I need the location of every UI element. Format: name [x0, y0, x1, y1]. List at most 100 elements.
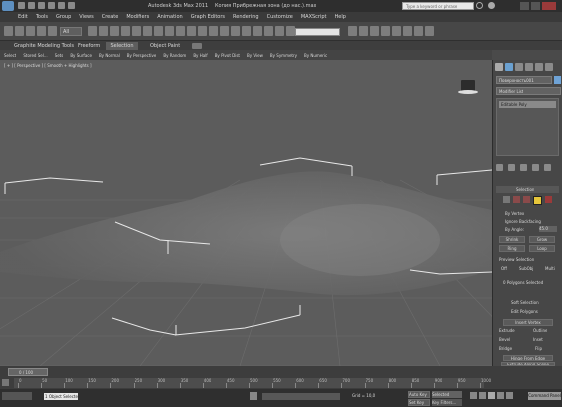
modify-tab-icon[interactable] [505, 63, 513, 71]
select-and-manipulate-icon[interactable] [187, 26, 196, 36]
object-name-field[interactable]: Поверхность001 [496, 76, 552, 84]
render-setup-icon[interactable] [392, 26, 401, 36]
by-angle-field[interactable]: 45.0 [539, 226, 557, 232]
ribbon-item-9[interactable]: By View [247, 52, 263, 59]
ribbon-item-3[interactable]: By Surface [70, 52, 92, 59]
maxscript-listener-icon[interactable] [2, 392, 32, 400]
app-logo-icon[interactable] [2, 1, 14, 11]
ribbon-item-7[interactable]: By Half [193, 52, 207, 59]
hinge-from-edge-button[interactable]: Hinge From Edge [503, 355, 553, 361]
ribbon-item-0[interactable]: Select [4, 52, 16, 59]
show-end-result-icon[interactable] [508, 164, 515, 171]
create-tab-icon[interactable] [495, 63, 503, 71]
search-input[interactable]: Type a keyword or phrase [406, 3, 457, 10]
go-to-end-icon[interactable] [506, 392, 513, 399]
ribbon-item-10[interactable]: By Symmetry [270, 52, 297, 59]
ribbon-item-4[interactable]: By Normal [99, 52, 120, 59]
previous-frame-icon[interactable] [479, 392, 486, 399]
render-iterative-icon[interactable] [425, 26, 434, 36]
preview-off-radio[interactable]: Off [501, 266, 507, 271]
viewport-label[interactable]: [ + ] [ Perspective ] [ Smooth + Highlig… [4, 63, 92, 68]
soft-selection-rollout[interactable]: Soft Selection [511, 300, 539, 305]
flip-button[interactable]: Flip [535, 346, 542, 351]
make-unique-icon[interactable] [520, 164, 527, 171]
selection-rollout-header[interactable]: Selection [496, 186, 559, 193]
coordinate-fields[interactable] [262, 393, 340, 400]
align-icon[interactable] [275, 26, 284, 36]
window-crossing-icon[interactable] [121, 26, 130, 36]
outline-button[interactable]: Outline [533, 328, 547, 333]
edit-named-selection-icon[interactable] [253, 26, 262, 36]
edit-polygons-rollout[interactable]: Edit Polygons [511, 309, 538, 314]
project-folder-icon[interactable] [68, 2, 75, 9]
close-button[interactable] [542, 2, 556, 10]
select-by-name-icon[interactable] [99, 26, 108, 36]
grow-button[interactable]: Grow [529, 236, 555, 243]
object-color-swatch[interactable] [554, 76, 561, 84]
pivot-center-icon[interactable] [176, 26, 185, 36]
save-file-icon[interactable] [38, 2, 45, 9]
by-vertex-checkbox[interactable]: By Vertex [505, 211, 524, 216]
ribbon-item-2[interactable]: Sets [55, 52, 64, 59]
extrude-button[interactable]: Extrude [499, 328, 515, 333]
named-selection-dropdown[interactable] [295, 28, 340, 36]
stack-item-editable-poly[interactable]: Editable Poly [499, 101, 556, 108]
key-filters-button[interactable]: Key Filters... [432, 399, 462, 406]
inset-button[interactable]: Inset [533, 337, 543, 342]
ribbon-item-5[interactable]: By Perspective [127, 52, 157, 59]
menu-item-customize[interactable]: Customize [267, 14, 293, 21]
render-production-icon[interactable] [414, 26, 423, 36]
menu-item-create[interactable]: Create [102, 14, 119, 21]
selection-filter-dropdown[interactable]: All [60, 27, 82, 36]
tab-object-paint[interactable]: Object Paint [150, 42, 180, 50]
menu-item-edit[interactable]: Edit [18, 14, 28, 21]
curve-editor-icon[interactable] [359, 26, 368, 36]
bevel-button[interactable]: Bevel [499, 337, 510, 342]
configure-modifier-sets-icon[interactable] [544, 164, 551, 171]
material-editor-icon[interactable] [381, 26, 390, 36]
keyboard-shortcut-override-icon[interactable] [198, 26, 207, 36]
new-file-icon[interactable] [18, 2, 25, 9]
ribbon-options-icon[interactable] [192, 43, 202, 49]
motion-tab-icon[interactable] [525, 63, 533, 71]
select-and-scale-icon[interactable] [154, 26, 163, 36]
menu-item-maxscript[interactable]: MAXScript [301, 14, 327, 21]
menu-item-modifiers[interactable]: Modifiers [126, 14, 149, 21]
graphite-toggle-icon[interactable] [348, 26, 357, 36]
link-icon[interactable] [26, 26, 35, 36]
insert-vertex-button[interactable]: Insert Vertex [503, 319, 553, 326]
utilities-tab-icon[interactable] [545, 63, 553, 71]
go-to-start-icon[interactable] [470, 392, 477, 399]
ribbon-item-11[interactable]: By Numeric [304, 52, 327, 59]
preview-subobj-radio[interactable]: SubObj [519, 266, 533, 271]
search-icon[interactable] [476, 2, 483, 9]
element-mode-icon[interactable] [545, 196, 552, 203]
rectangle-selection-icon[interactable] [110, 26, 119, 36]
loop-button[interactable]: Loop [529, 245, 555, 252]
redo-icon[interactable] [58, 2, 65, 9]
tab-selection[interactable]: Selection [106, 42, 138, 50]
set-key-button[interactable]: Set Key [408, 399, 430, 406]
snaps-toggle-icon[interactable] [209, 26, 218, 36]
select-and-rotate-icon[interactable] [143, 26, 152, 36]
vertex-mode-icon[interactable] [503, 196, 510, 203]
ribbon-item-1[interactable]: Stored Sel... [23, 52, 47, 59]
menu-item-group[interactable]: Group [56, 14, 71, 21]
menu-item-tools[interactable]: Tools [36, 14, 48, 21]
mirror-icon[interactable] [264, 26, 273, 36]
tab-freeform[interactable]: Freeform [78, 42, 100, 50]
timeline-ruler[interactable]: 0 50 100 150 200 250 300 350 400 450 500 550 600 650 7… [14, 378, 491, 388]
preview-multi-radio[interactable]: Multi [545, 266, 555, 271]
help-icon[interactable] [488, 2, 495, 9]
edge-mode-icon[interactable] [513, 196, 520, 203]
shrink-button[interactable]: Shrink [499, 236, 525, 243]
undo-icon[interactable] [4, 26, 13, 36]
auto-key-button[interactable]: Auto Key [408, 391, 430, 398]
mini-curve-editor-icon[interactable] [2, 379, 9, 386]
hierarchy-tab-icon[interactable] [515, 63, 523, 71]
ribbon-item-8[interactable]: By Pivot Dist [215, 52, 240, 59]
menu-item-graph-editors[interactable]: Graph Editors [191, 14, 225, 21]
redo-icon[interactable] [15, 26, 24, 36]
time-slider[interactable]: 0 / 100 [8, 368, 48, 376]
next-frame-icon[interactable] [497, 392, 504, 399]
